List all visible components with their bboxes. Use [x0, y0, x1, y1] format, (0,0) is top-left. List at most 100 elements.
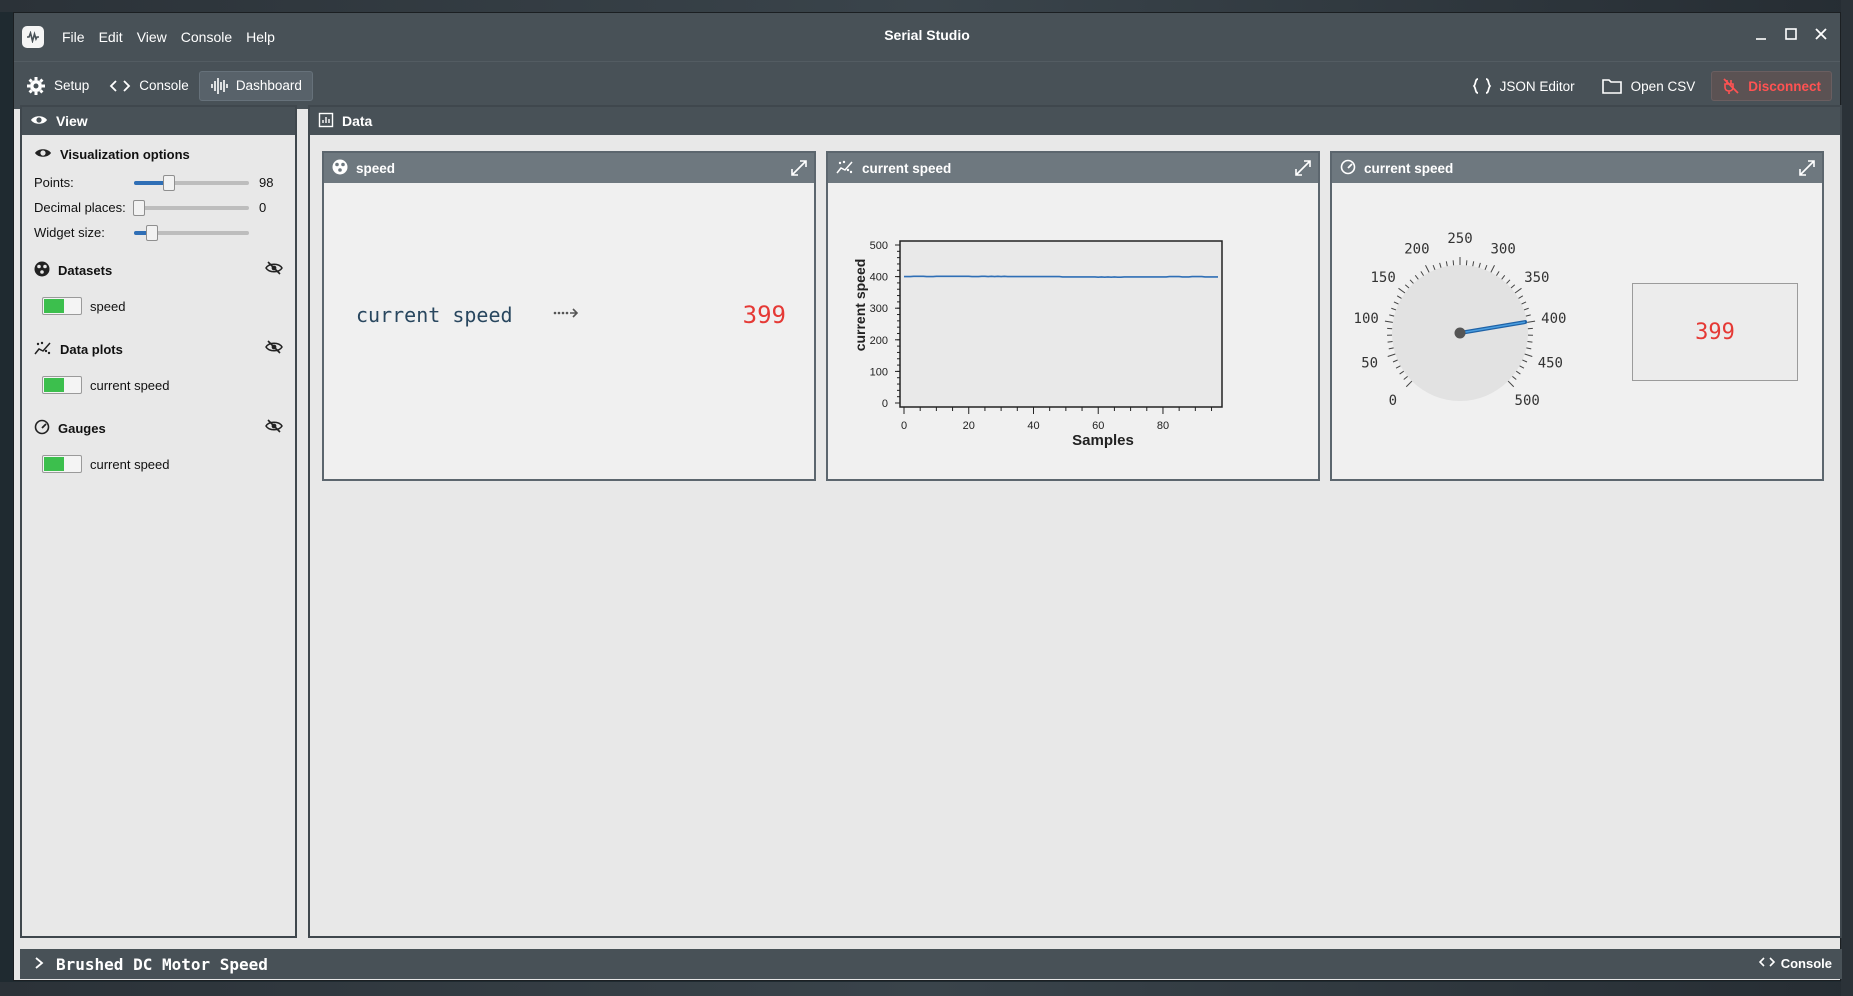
data-panel-title: Data — [342, 113, 373, 129]
gauge-tick — [1496, 271, 1500, 276]
y-tick-label: 0 — [882, 398, 888, 410]
gauge-tick — [1490, 265, 1495, 273]
dataset-toggle-label: speed — [90, 298, 126, 314]
points-slider-handle[interactable] — [162, 174, 175, 191]
dataset-widget: speed current speed 399 — [322, 151, 816, 481]
gauge-tick — [1515, 370, 1521, 375]
gauge-tick — [1445, 261, 1448, 267]
datasets-section-title: Datasets — [34, 261, 295, 280]
gauge-tick — [1525, 314, 1531, 317]
gauge-tick — [1518, 295, 1524, 299]
gauge-toggle[interactable] — [42, 455, 82, 473]
status-bar: Brushed DC Motor Speed Console — [20, 949, 1842, 979]
eye-off-icon[interactable] — [265, 261, 283, 278]
menu-edit[interactable]: Edit — [99, 29, 123, 45]
points-value: 98 — [259, 175, 274, 190]
open-csv-label: Open CSV — [1630, 78, 1696, 94]
data-plots-label: Data plots — [60, 342, 123, 357]
decimal-places-slider[interactable] — [132, 199, 249, 216]
dataset-widget-title: speed — [356, 160, 396, 176]
expand-icon[interactable] — [1294, 159, 1312, 180]
y-tick-label: 300 — [870, 303, 888, 315]
points-label: Points: — [34, 175, 74, 190]
menu-help[interactable]: Help — [246, 29, 275, 45]
gauge-tick — [1506, 279, 1511, 284]
minimize-icon[interactable] — [1752, 25, 1770, 43]
close-icon[interactable] — [1812, 25, 1830, 43]
setup-button[interactable]: Setup — [16, 71, 99, 101]
x-tick-label: 20 — [963, 420, 975, 432]
gauge-tick — [1399, 370, 1405, 375]
dataset-toggle[interactable] — [42, 297, 82, 315]
gauge-tick — [1478, 262, 1481, 268]
scatter-plot-icon — [34, 340, 52, 359]
x-tick-label: 40 — [1027, 420, 1039, 432]
maximize-icon[interactable] — [1782, 25, 1800, 43]
menu-console[interactable]: Console — [181, 29, 232, 45]
console-button[interactable]: Console — [99, 71, 199, 101]
gauges-list: current speed — [34, 452, 295, 476]
gauge-widget: current speed 0 50 100 150 200 250 300 350 400 45… — [1330, 151, 1824, 481]
widget-size-slider[interactable] — [134, 224, 249, 241]
widget-size-slider-row: Widget size: — [34, 220, 295, 245]
toolbar: Setup Console Dashboard JSON Editor Open… — [14, 61, 1840, 109]
gauge-toggle-row: current speed — [42, 452, 295, 476]
menu-file[interactable]: File — [62, 29, 85, 45]
dashboard-button[interactable]: Dashboard — [198, 70, 313, 101]
y-tick-label: 200 — [870, 335, 888, 347]
gauge-tick — [1501, 275, 1506, 280]
chart-y-axis-label: current speed — [852, 259, 868, 352]
gauge-tick — [1384, 320, 1393, 323]
eye-off-icon[interactable] — [265, 340, 283, 357]
gauge-tick — [1388, 347, 1394, 350]
expand-icon[interactable] — [1798, 159, 1816, 180]
disconnect-button[interactable]: Disconnect — [1711, 71, 1832, 101]
gauges-label: Gauges — [58, 421, 106, 436]
widget-size-slider-handle[interactable] — [146, 224, 159, 241]
gauge-tick-label: 250 — [1447, 231, 1472, 247]
gauge-icon — [1340, 159, 1356, 178]
expand-icon[interactable] — [790, 159, 808, 180]
app-logo-icon — [22, 26, 44, 48]
plot-toggle-row: current speed — [42, 373, 295, 397]
open-csv-button[interactable]: Open CSV — [1591, 71, 1706, 101]
eye-icon — [30, 113, 48, 129]
eye-off-icon[interactable] — [265, 419, 283, 436]
data-plots-section-title: Data plots — [34, 340, 295, 359]
datasets-list: speed — [34, 294, 295, 318]
scatter-plot-icon — [836, 159, 854, 178]
visualization-options-label: Visualization options — [60, 147, 190, 162]
slider-list: Points: 98 Decimal places: 0 Widget size… — [34, 170, 295, 245]
gauge-tick — [1404, 284, 1410, 289]
setup-label: Setup — [54, 78, 90, 93]
gauge-tick-label: 200 — [1404, 241, 1429, 257]
data-plots-list: current speed — [34, 373, 295, 397]
menu-view[interactable]: View — [137, 29, 167, 45]
status-console-label: Console — [1780, 956, 1832, 971]
decimal-places-slider-handle[interactable] — [132, 199, 145, 216]
gauge-tick-label: 350 — [1524, 270, 1549, 286]
gauge-tick — [1527, 320, 1536, 323]
dashboard-chart-icon — [318, 112, 334, 131]
gear-icon — [26, 76, 46, 96]
dataset-value: 399 — [742, 301, 786, 329]
gauge-tick — [1403, 375, 1408, 380]
gauge-tick-label: 450 — [1538, 355, 1563, 371]
plot-toggle[interactable] — [42, 376, 82, 394]
unplug-icon — [1722, 77, 1740, 95]
data-panel-header: Data — [310, 107, 1840, 135]
folder-icon — [1601, 77, 1623, 95]
chevron-right-icon[interactable] — [34, 955, 44, 974]
plot-widget: current speed 0 100 200 300 400 500 0 20 40 60 80 … — [826, 151, 1320, 481]
view-panel-title: View — [56, 113, 88, 129]
gauge-hub — [1454, 327, 1466, 339]
json-editor-button[interactable]: JSON Editor — [1462, 71, 1585, 101]
window-controls — [1752, 25, 1830, 43]
dotted-arrow-icon — [553, 306, 579, 324]
x-tick-label: 60 — [1092, 420, 1104, 432]
points-slider[interactable] — [134, 174, 249, 191]
dataset-group-icon — [34, 261, 50, 280]
status-console-button[interactable]: Console — [1758, 956, 1832, 971]
dataset-row: current speed 399 — [356, 301, 786, 329]
dataset-label: current speed — [356, 303, 513, 327]
